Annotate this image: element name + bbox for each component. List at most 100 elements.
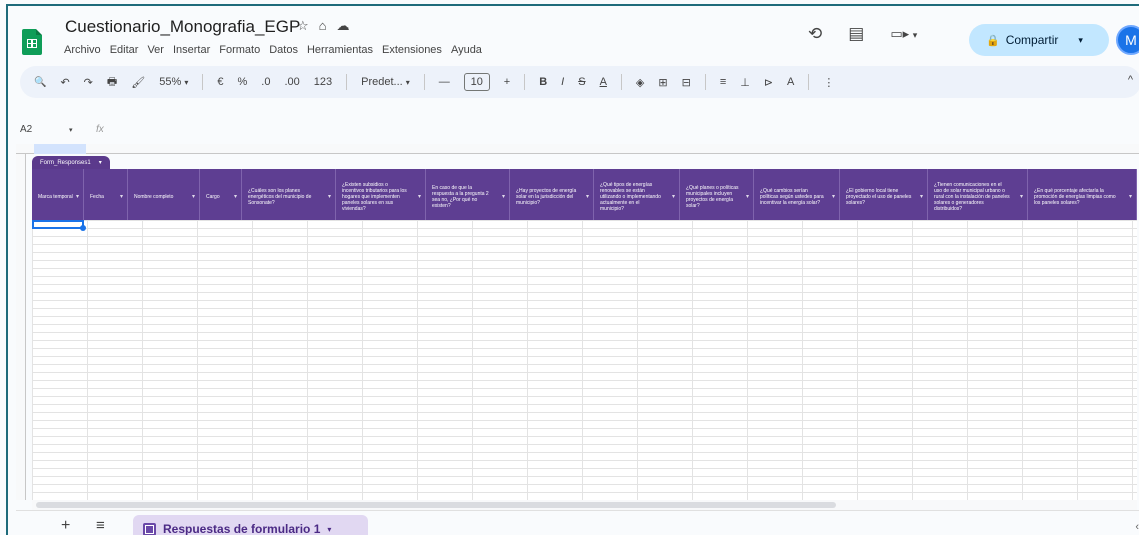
active-cell-selection[interactable] <box>32 220 86 231</box>
zoom-select[interactable]: 55% ▾ <box>159 76 188 88</box>
chevron-down-icon[interactable]: ▾ <box>672 194 675 200</box>
share-button[interactable]: 🔒 Compartir ▾ <box>969 24 1109 56</box>
header-cell[interactable]: ¿El gobierno local tiene proyectado el u… <box>840 169 928 220</box>
borders-icon[interactable]: ⊞ <box>658 76 667 89</box>
star-icon[interactable]: ☆ <box>297 18 309 34</box>
collapse-menu-icon[interactable]: ^ <box>1128 74 1133 86</box>
header-cell[interactable]: ¿Existen subsidios o incentivos tributar… <box>336 169 426 220</box>
chevron-down-icon[interactable]: ▾ <box>502 194 505 200</box>
comments-icon[interactable]: ▤ <box>848 24 864 44</box>
header-cell[interactable]: ¿En qué porcentaje afectaría la promoció… <box>1028 169 1137 220</box>
italic-icon[interactable]: I <box>561 76 564 88</box>
merge-cells-icon[interactable]: ⊟ <box>682 76 691 89</box>
document-title[interactable]: Cuestionario_Monografia_EGP <box>65 17 300 37</box>
selected-column-header[interactable] <box>34 144 86 154</box>
menu-ver[interactable]: Ver <box>147 44 164 56</box>
chevron-down-icon[interactable]: ▾ <box>328 194 331 200</box>
chevron-down-icon[interactable]: ▾ <box>192 194 195 200</box>
font-size-decrease-icon[interactable]: — <box>439 76 450 88</box>
print-icon[interactable]: 🖶 <box>107 73 117 92</box>
menu-archivo[interactable]: Archivo <box>64 44 101 56</box>
paint-format-icon[interactable]: 🖌 <box>131 76 145 89</box>
strikethrough-icon[interactable]: S <box>578 76 585 88</box>
cell-reference: A2 <box>20 123 33 135</box>
font-size-increase-icon[interactable]: + <box>504 76 510 88</box>
sheet-bar: + ≡ Respuestas de formulario 1 ▾ ‹ <box>16 510 1139 535</box>
vertical-align-icon[interactable]: ⊥ <box>740 76 750 89</box>
menu-ayuda[interactable]: Ayuda <box>451 44 482 56</box>
meet-button[interactable]: ▭▸ ▾ <box>890 26 917 42</box>
header-cell[interactable]: Marca temporal ▾ <box>32 169 84 220</box>
header-cell[interactable]: Cargo ▾ <box>200 169 242 220</box>
header-cell[interactable]: ¿Qué tipos de energías renovables se est… <box>594 169 680 220</box>
chevron-down-icon[interactable]: ▾ <box>920 194 923 200</box>
header-cell[interactable]: Fecha ▾ <box>84 169 128 220</box>
chevron-down-icon[interactable]: ▾ <box>586 194 589 200</box>
sheet-tab-active[interactable]: Respuestas de formulario 1 ▾ <box>133 515 368 535</box>
decrease-decimals-icon[interactable]: .0 <box>261 76 270 88</box>
sheets-logo-icon[interactable] <box>22 29 42 55</box>
history-icon[interactable]: ⟲ <box>808 24 822 44</box>
increase-decimals-icon[interactable]: .00 <box>284 76 299 88</box>
table-name-tag[interactable]: Form_Responses1 ▾ <box>32 156 110 169</box>
chevron-down-icon[interactable]: ▾ <box>120 194 123 200</box>
header-actions: ⟲ ▤ ▭▸ ▾ <box>808 24 917 44</box>
header-cell[interactable]: ¿Qué cambios serían políticas según uste… <box>754 169 840 220</box>
form-icon <box>143 522 156 535</box>
chevron-down-icon[interactable]: ▾ <box>1078 35 1083 46</box>
cell-grid[interactable] <box>32 220 1137 500</box>
search-icon[interactable]: 🔍 <box>34 77 46 88</box>
scrollbar-thumb[interactable] <box>36 502 836 508</box>
more-options-icon[interactable]: ⋮ <box>823 76 834 89</box>
redo-icon[interactable]: ↷ <box>84 76 93 89</box>
sheet-tab-label: Respuestas de formulario 1 <box>163 522 321 535</box>
currency-icon[interactable]: € <box>217 76 223 88</box>
chevron-down-icon[interactable]: ▾ <box>327 525 331 534</box>
zoom-value: 55% <box>159 76 182 88</box>
header-cell[interactable]: Nombre completo ▾ <box>128 169 200 220</box>
menu-extensiones[interactable]: Extensiones <box>382 44 442 56</box>
text-rotation-icon[interactable]: A <box>787 76 794 88</box>
side-panel-toggle-icon[interactable]: ‹ <box>1135 521 1139 533</box>
chevron-down-icon[interactable]: ▾ <box>1129 194 1132 200</box>
cloud-status-icon[interactable]: ☁ <box>337 18 350 34</box>
chevron-down-icon[interactable]: ▾ <box>746 194 749 200</box>
header-cell[interactable]: En caso de que la respuesta a la pregunt… <box>426 169 510 220</box>
font-select[interactable]: Predet... ▾ <box>361 76 410 88</box>
header-cell[interactable]: ¿Hay proyectos de energía solar en la ju… <box>510 169 594 220</box>
name-box[interactable]: A2 ▾ <box>16 124 86 135</box>
horizontal-scrollbar[interactable] <box>32 500 1137 510</box>
text-color-icon[interactable]: A <box>600 76 607 88</box>
text-wrap-icon[interactable]: ⊳ <box>764 76 773 89</box>
menu-formato[interactable]: Formato <box>219 44 260 56</box>
move-folder-icon[interactable]: ⌂ <box>319 18 327 34</box>
menu-bar: Archivo Editar Ver Insertar Formato Dato… <box>64 44 482 56</box>
bold-icon[interactable]: B <box>539 76 547 88</box>
lock-icon: 🔒 <box>986 34 1000 47</box>
all-sheets-icon[interactable]: ≡ <box>96 517 105 534</box>
row-headers[interactable] <box>16 154 26 500</box>
menu-datos[interactable]: Datos <box>269 44 298 56</box>
chevron-down-icon: ▾ <box>405 78 410 87</box>
chevron-down-icon[interactable]: ▾ <box>418 194 421 200</box>
add-sheet-icon[interactable]: + <box>61 517 70 535</box>
column-headers[interactable] <box>16 144 1139 154</box>
header-cell[interactable]: ¿Tienen comunicaciones en el uso de sola… <box>928 169 1028 220</box>
chevron-down-icon[interactable]: ▾ <box>1020 194 1023 200</box>
menu-herramientas[interactable]: Herramientas <box>307 44 373 56</box>
chevron-down-icon[interactable]: ▾ <box>234 194 237 200</box>
undo-icon[interactable]: ↶ <box>60 76 69 89</box>
font-size-input[interactable]: 10 <box>463 73 490 91</box>
menu-insertar[interactable]: Insertar <box>173 44 210 56</box>
menu-editar[interactable]: Editar <box>110 44 139 56</box>
chevron-down-icon[interactable]: ▾ <box>832 194 835 200</box>
horizontal-align-icon[interactable]: ≡ <box>720 76 726 88</box>
fill-color-icon[interactable]: ◈ <box>636 76 644 89</box>
number-format-icon[interactable]: 123 <box>314 76 332 88</box>
percent-icon[interactable]: % <box>237 76 247 88</box>
header-cell[interactable]: ¿Qué planes o políticas municipales incl… <box>680 169 754 220</box>
header-cell[interactable]: ¿Cuáles son los planes energéticos del m… <box>242 169 336 220</box>
avatar[interactable]: M <box>1116 25 1139 55</box>
chevron-down-icon[interactable]: ▾ <box>76 194 79 200</box>
fx-icon: fx <box>96 123 104 135</box>
